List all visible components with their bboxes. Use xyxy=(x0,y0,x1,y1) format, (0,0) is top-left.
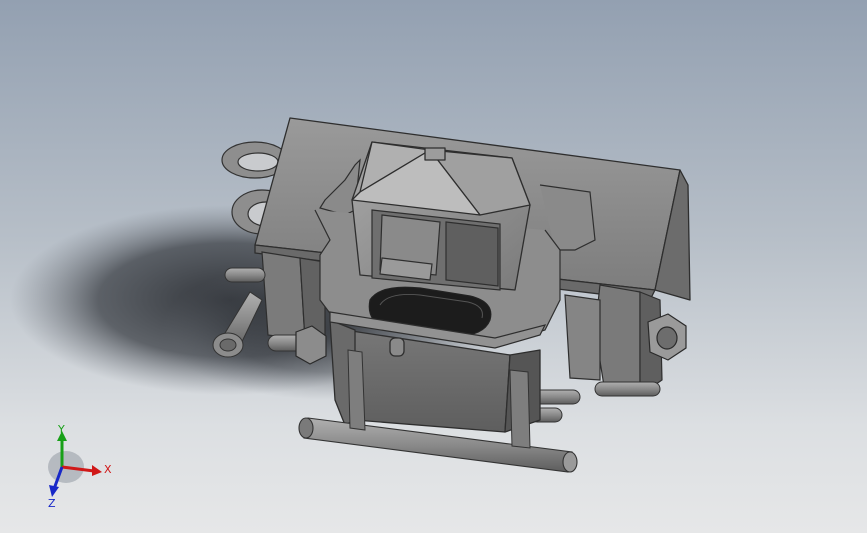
graphics-viewport[interactable]: Y X Z xyxy=(0,0,867,533)
right-rods[interactable] xyxy=(519,381,661,423)
coordinate-triad: Y X Z xyxy=(48,425,112,510)
cad-model-view[interactable] xyxy=(0,0,867,533)
x-axis-label: X xyxy=(104,463,112,476)
inner-window[interactable] xyxy=(371,209,501,291)
right-side-bracket[interactable] xyxy=(564,284,663,397)
z-axis-label: Z xyxy=(48,497,56,510)
x-axis-arrow xyxy=(92,465,102,476)
hex-nut-right[interactable] xyxy=(647,313,687,361)
z-axis-arrow xyxy=(49,485,59,497)
y-axis-label: Y xyxy=(57,425,65,436)
